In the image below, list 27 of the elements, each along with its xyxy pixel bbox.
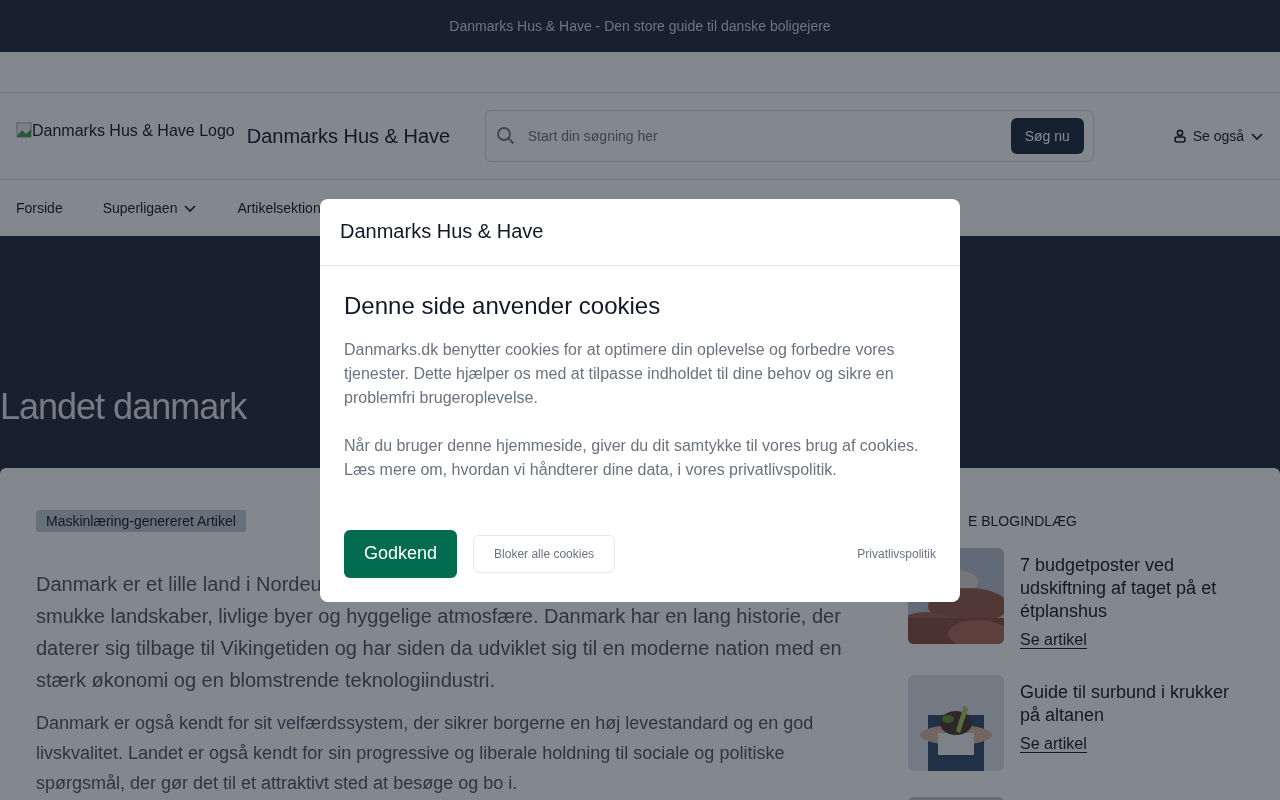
user-icon: [1172, 129, 1187, 143]
reject-button[interactable]: Bloker alle cookies: [473, 534, 616, 573]
dialog-text: Når du bruger denne hjemmeside, giver du dit samtykke til vores brug af cookies. Læs mere om, hvordan vi håndterer dine data, i vores privatlivspolitik.: [344, 435, 920, 480]
search-field[interactable]: Start din søgning her Søg nu: [484, 110, 1094, 162]
article-badge: Maskinlæring-genereret Artikel: [36, 510, 246, 532]
search-icon: [495, 126, 516, 146]
site-name: Danmarks Hus & Have: [246, 124, 452, 148]
accept-button[interactable]: Godkend: [344, 529, 458, 578]
sidebar-heading: E BLOGINDLÆG: [968, 513, 1078, 529]
search-button[interactable]: Søg nu: [1010, 118, 1084, 154]
nav-link[interactable]: Forside: [16, 200, 63, 216]
post-title: Guide til surbund i krukker på altanen: [1020, 681, 1231, 727]
nav-link[interactable]: Superligaen: [102, 200, 198, 216]
article-link[interactable]: Se artikel: [1020, 735, 1087, 753]
broken-image-icon: [16, 122, 32, 138]
article-link[interactable]: Se artikel: [1020, 631, 1087, 649]
account-menu[interactable]: Se også: [1172, 128, 1264, 144]
dialog-text: Danmarks.dk benytter cookies for at optimere din oplevelse og forbedre vores tjenester. Dette hjælper os med at tilpasse indholdet til dine behov og sikre en problemfri brugeroplevelse.: [344, 339, 896, 408]
banner-text: Danmarks Hus & Have - Den store guide til danske boligejere: [449, 18, 831, 34]
page-title: Landet danmark: [0, 386, 247, 428]
dialog-heading: Denne side anvender cookies: [344, 291, 662, 320]
nav-link[interactable]: Artikelsektion: [237, 200, 321, 216]
post-title: 7 budgetposter ved udskiftning af taget på et étplanshus: [1020, 554, 1218, 623]
article-paragraph: Danmark er også kendt for sit velfærdssystem, der sikrer borgerne en høj levestandard og en god livskvalitet. Landet er også kendt for sin progressive og liberale holdning til sociale og politiske spørgsmål, der gør det til et attraktivt sted at besøge og bo i.: [36, 712, 815, 795]
logo-image[interactable]: Danmarks Hus & Have Logo: [16, 122, 235, 140]
privacy-link[interactable]: Privatlivspolitik: [857, 546, 936, 561]
dialog-title: Danmarks Hus & Have: [320, 198, 960, 266]
